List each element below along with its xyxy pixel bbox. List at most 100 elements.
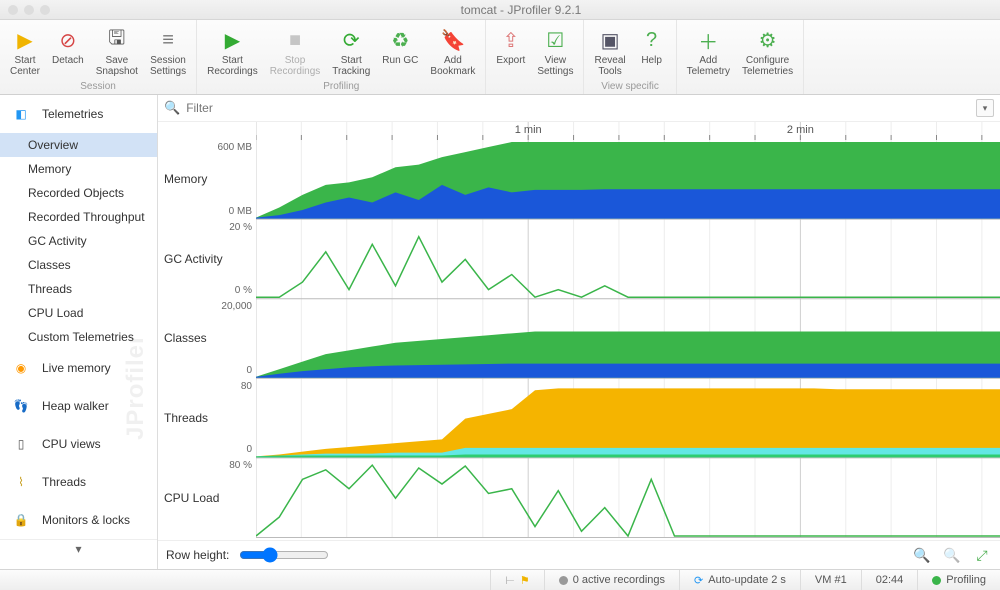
add-telemetry-button[interactable]: ＋Add Telemetry [683,24,734,79]
filter-input[interactable] [184,99,972,117]
zoom-in-icon[interactable]: 🔍 [912,545,932,565]
window-controls[interactable] [8,5,50,15]
toolbar-button-label: Configure Telemetries [742,55,793,77]
sidebar-item-label: Telemetries [42,107,103,121]
y-max-label: 20 % [229,222,252,233]
toolbar-group-label [738,79,741,95]
sidebar-item-threads-cat[interactable]: ⌇ Threads [0,463,157,501]
view-settings-button[interactable]: ☑View Settings [533,24,577,79]
sidebar-item-heap-walker[interactable]: 👣Heap walker [0,387,157,425]
start-tracking-icon: ⟳ [337,26,365,54]
sidebar-item-telemetries[interactable]: ◧ Telemetries [0,95,157,133]
add-bookmark-button[interactable]: 🔖Add Bookmark [426,24,479,79]
toolbar: ▶Start Center⊘Detach🖫Save Snapshot≡Sessi… [0,20,1000,95]
toolbar-group: ⇪Export☑View Settings [486,20,584,94]
row-height-bar: Row height: 🔍 🔍 ⤢ [158,541,1000,569]
sidebar-item-cpu-views[interactable]: ▯ CPU views [0,425,157,463]
series-cpu [256,465,1000,536]
reveal-tools-icon: ▣ [596,26,624,54]
save-snapshot-button[interactable]: 🖫Save Snapshot [92,24,142,79]
stop-recordings-button: ■Stop Recordings [266,24,325,79]
toolbar-button-label: Start Recordings [207,55,258,77]
close-icon[interactable] [8,5,18,15]
status-pin[interactable]: ⊢⚑ [490,570,543,590]
window-title: tomcat - JProfiler 9.2.1 [50,3,992,17]
toolbar-button-label: Add Telemetry [687,55,730,77]
sidebar-subitem-gc-activity[interactable]: GC Activity [0,229,157,253]
start-center-button[interactable]: ▶Start Center [6,24,44,79]
reveal-tools-button[interactable]: ▣Reveal Tools [590,24,629,79]
sidebar-item-monitors-locks[interactable]: 🔒 Monitors & locks [0,501,157,539]
sidebar-subitem-recorded-objects[interactable]: Recorded Objects [0,181,157,205]
flag-icon: ⚑ [520,574,530,587]
toolbar-group-label: View specific [601,79,659,95]
configure-telemetries-button[interactable]: ⚙Configure Telemetries [738,24,797,79]
chart-label-threads[interactable]: Threads800 [158,379,256,459]
charts-svg [256,122,1000,538]
zoom-fit-icon[interactable]: ⤢ [972,545,992,565]
pin-icon: ⊢ [505,574,515,587]
sidebar-item-label: CPU views [42,437,101,451]
zoom-out-icon[interactable]: 🔍 [942,545,962,565]
sidebar: ◧ Telemetries OverviewMemoryRecorded Objec… [0,95,158,569]
minimize-icon[interactable] [24,5,34,15]
sidebar-item-label: Threads [42,475,86,489]
detach-button[interactable]: ⊘Detach [48,24,88,68]
session-settings-icon: ≡ [154,26,182,54]
sidebar-item-label: Monitors & locks [42,513,130,527]
sidebar-subitem-custom-telemetries[interactable]: Custom Telemetries [0,325,157,349]
sidebar-subitem-overview[interactable]: Overview [0,133,157,157]
heap-walker-icon: 👣 [10,395,32,417]
chart-title: Memory [164,172,207,186]
threads-cat-icon: ⌇ [10,471,32,493]
chart-label-classes[interactable]: Classes20,0000 [158,299,256,379]
sidebar-subitem-memory-sub[interactable]: Memory [0,157,157,181]
sidebar-collapse-button[interactable]: ▾ [0,539,157,558]
toolbar-button-label: Run GC [382,55,418,66]
status-autoupdate[interactable]: ⟳Auto-update 2 s [679,570,800,590]
toolbar-button-label: Start Center [10,55,40,77]
status-recordings[interactable]: 0 active recordings [544,570,679,590]
toolbar-button-label: View Settings [537,55,573,77]
cpu-views-icon: ▯ [10,433,32,455]
sidebar-subitem-threads-sub[interactable]: Threads [0,277,157,301]
toolbar-button-label: Start Tracking [332,55,370,77]
charts: Memory600 MB0 MBGC Activity20 %0 %Classe… [158,122,1000,541]
sidebar-subitem-classes[interactable]: Classes [0,253,157,277]
statusbar: ⊢⚑ 0 active recordings ⟳Auto-update 2 s … [0,569,1000,590]
chart-label-cpu[interactable]: CPU Load80 % [158,458,256,538]
row-height-slider[interactable] [239,547,329,563]
status-state: Profiling [917,570,1000,590]
y-min-label: 0 % [235,285,252,296]
sidebar-subitem-cpu-load[interactable]: CPU Load [0,301,157,325]
sidebar-item-label: Live memory [42,361,111,375]
start-tracking-button[interactable]: ⟳Start Tracking [328,24,374,79]
sidebar-item-live-memory[interactable]: ◉Live memory [0,349,157,387]
toolbar-group: ▶Start Recordings■Stop Recordings⟳Start … [197,20,486,94]
help-button[interactable]: ?Help [634,24,670,68]
chart-title: CPU Load [164,491,219,505]
toolbar-button-label: Detach [52,55,84,66]
telemetries-icon: ◧ [10,103,32,125]
session-settings-button[interactable]: ≡Session Settings [146,24,190,79]
chart-label-gc[interactable]: GC Activity20 %0 % [158,220,256,300]
toolbar-button-label: Stop Recordings [270,55,321,77]
zoom-icon[interactable] [40,5,50,15]
monitors-locks-icon: 🔒 [10,509,32,531]
status-vm[interactable]: VM #1 [800,570,861,590]
export-button[interactable]: ⇪Export [492,24,529,68]
start-recordings-button[interactable]: ▶Start Recordings [203,24,262,79]
filter-dropdown[interactable]: ▾ [976,99,994,117]
toolbar-group-label: Profiling [323,79,359,95]
y-min-label: 0 [246,365,252,376]
export-icon: ⇪ [497,26,525,54]
help-icon: ? [638,26,666,54]
status-time: 02:44 [861,570,918,590]
series-gc [256,237,1000,297]
search-icon: 🔍 [164,100,180,116]
run-gc-button[interactable]: ♻Run GC [378,24,422,68]
run-gc-icon: ♻ [386,26,414,54]
sidebar-subitem-recorded-throughput[interactable]: Recorded Throughput [0,205,157,229]
chart-label-memory[interactable]: Memory600 MB0 MB [158,140,256,220]
toolbar-button-label: Save Snapshot [96,55,138,77]
